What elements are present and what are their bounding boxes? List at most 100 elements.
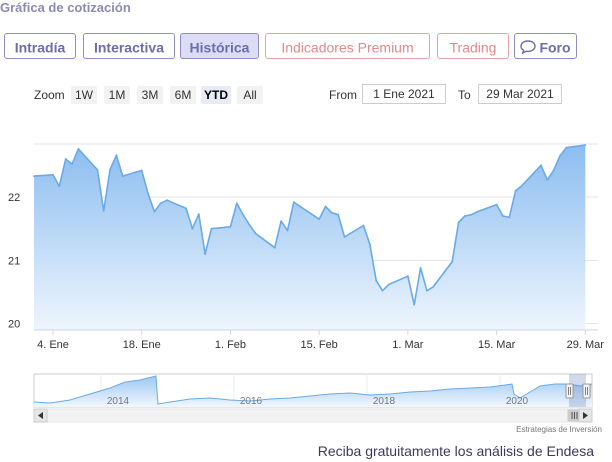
data-point[interactable] [229, 225, 232, 228]
source-credit: Estrategias de Inversión [516, 425, 602, 434]
data-point[interactable] [185, 207, 188, 210]
zoom-3m-button[interactable]: 3M [137, 86, 163, 104]
data-point[interactable] [565, 146, 568, 149]
navigator-handle-left[interactable] [565, 383, 574, 399]
data-point[interactable] [464, 215, 466, 217]
data-point[interactable] [318, 218, 321, 221]
tab-label: Histórica [189, 39, 250, 56]
data-point[interactable] [292, 201, 295, 203]
y-tick-label: 20 [8, 319, 20, 331]
data-point[interactable] [248, 224, 251, 226]
tab-historica[interactable]: Histórica [180, 33, 259, 59]
data-point[interactable] [58, 185, 61, 188]
data-point[interactable] [324, 205, 327, 208]
data-point[interactable] [159, 202, 162, 205]
tab-label: Trading [449, 39, 497, 56]
price-chart: 20 21 22 4. Ene 18. Ene 1. Feb 15. Feb 1. Mar 15… [8, 143, 605, 351]
to-date-input[interactable] [478, 84, 562, 104]
data-point[interactable] [286, 229, 289, 232]
data-point[interactable] [71, 163, 73, 165]
data-point[interactable] [166, 199, 169, 202]
scrollbar-track[interactable] [33, 408, 593, 423]
data-point[interactable] [77, 148, 80, 150]
data-point[interactable] [280, 220, 282, 222]
data-point[interactable] [337, 213, 340, 216]
tab-interactiva[interactable]: Interactiva [83, 33, 175, 59]
chat-bubble-icon [520, 40, 537, 55]
navigator: 2014 2016 2018 2020 [33, 373, 593, 423]
data-point[interactable] [451, 260, 454, 263]
data-point[interactable] [419, 267, 422, 269]
data-point[interactable] [299, 205, 302, 208]
data-point[interactable] [254, 232, 257, 235]
data-point[interactable] [33, 175, 35, 177]
tab-label: Interactiva [93, 39, 165, 56]
data-point[interactable] [147, 192, 150, 195]
data-point[interactable] [109, 168, 111, 171]
data-point[interactable] [413, 303, 416, 306]
data-point[interactable] [495, 203, 498, 206]
data-point[interactable] [559, 154, 561, 157]
tab-trading[interactable]: Trading [437, 33, 509, 59]
zoom-6m-button[interactable]: 6M [170, 86, 196, 104]
data-point[interactable] [476, 210, 479, 213]
data-point[interactable] [242, 213, 245, 216]
navigator-year-label: 2018 [373, 396, 396, 407]
from-label: From [329, 88, 357, 102]
tab-label: Intradía [14, 39, 66, 56]
data-point[interactable] [546, 179, 549, 181]
tab-label: Foro [539, 39, 571, 56]
from-date-input[interactable] [362, 84, 446, 104]
zoom-ytd-button[interactable]: YTD [201, 86, 231, 104]
data-point[interactable] [388, 283, 390, 286]
data-point[interactable] [197, 213, 200, 215]
zoom-1w-button[interactable]: 1W [71, 86, 97, 104]
data-point[interactable] [115, 154, 118, 157]
data-point[interactable] [502, 215, 504, 217]
data-point[interactable] [508, 216, 511, 219]
data-point[interactable] [369, 243, 371, 246]
data-point[interactable] [204, 253, 207, 255]
data-point[interactable] [210, 227, 213, 230]
x-tick-label: 29. Mar [567, 339, 605, 351]
zoom-1m-button[interactable]: 1M [104, 86, 130, 104]
data-point[interactable] [540, 164, 542, 167]
data-point[interactable] [273, 246, 276, 249]
data-point[interactable] [521, 184, 523, 187]
data-point[interactable] [552, 169, 555, 172]
data-point[interactable] [432, 286, 435, 288]
data-point[interactable] [381, 289, 384, 292]
data-point[interactable] [153, 210, 156, 213]
data-point[interactable] [362, 224, 365, 227]
y-tick-label: 21 [8, 255, 20, 267]
tab-foro[interactable]: Foro [514, 33, 577, 59]
data-point[interactable] [457, 221, 460, 224]
x-tick-label: 15. Mar [478, 339, 516, 351]
data-point[interactable] [343, 236, 346, 238]
data-point[interactable] [470, 213, 473, 216]
data-point[interactable] [121, 175, 124, 177]
zoom-all-button[interactable]: All [237, 86, 263, 104]
tab-indicadores-premium[interactable]: Indicadores Premium [265, 33, 430, 59]
data-point[interactable] [140, 169, 143, 172]
data-point[interactable] [407, 275, 409, 278]
x-tick-label: 1. Mar [392, 339, 424, 351]
data-point[interactable] [52, 173, 54, 176]
data-point[interactable] [375, 279, 378, 282]
data-point[interactable] [64, 158, 67, 160]
cta-text[interactable]: Reciba gratuitamente los análisis de End… [318, 443, 594, 459]
tab-label: Indicadores Premium [281, 39, 414, 56]
tab-intradia[interactable]: Intradía [4, 33, 76, 59]
data-point[interactable] [235, 202, 238, 205]
x-tick-label: 15. Feb [301, 339, 338, 351]
data-point[interactable] [426, 289, 428, 292]
data-point[interactable] [330, 211, 333, 214]
navigator-chart: 2014 2016 2018 2020 [33, 373, 593, 423]
navigator-year-label: 2016 [240, 396, 263, 407]
data-point[interactable] [191, 227, 194, 230]
data-point[interactable] [514, 189, 517, 192]
data-point[interactable] [584, 144, 587, 146]
navigator-handle-right[interactable] [582, 383, 591, 399]
data-point[interactable] [102, 210, 105, 212]
data-point[interactable] [96, 168, 99, 171]
